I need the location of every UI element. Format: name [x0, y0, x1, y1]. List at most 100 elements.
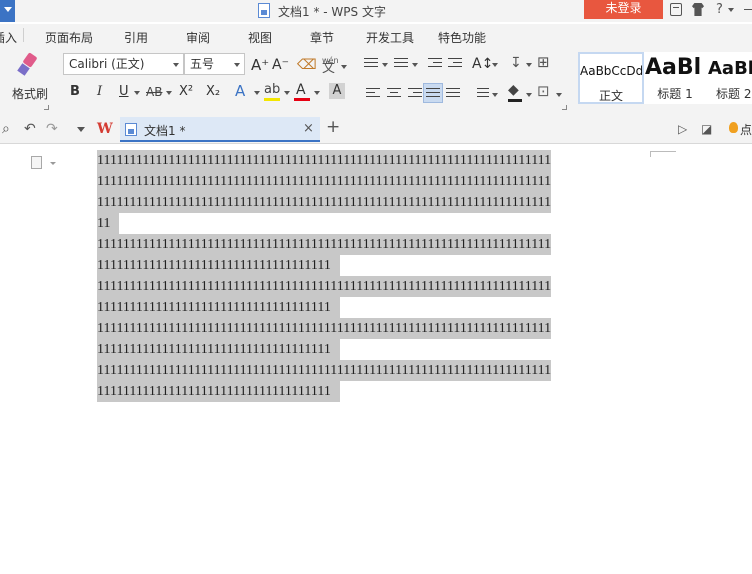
document-tab[interactable]: 文档1 * × — [120, 117, 320, 142]
borders-icon[interactable]: ⊡ — [537, 83, 550, 99]
chevron-down-icon[interactable] — [134, 91, 140, 95]
ribbon-tab-bar: 插入 页面布局 引用 审阅 视图 章节 开发工具 特色功能 — [0, 24, 752, 49]
chevron-down-icon[interactable] — [50, 162, 56, 165]
app-menu-button[interactable] — [0, 0, 15, 22]
print-preview-icon[interactable]: ⌕ — [2, 122, 10, 136]
text-line[interactable]: 1111111111111111111111111111111111111111… — [97, 192, 657, 213]
tab-developer[interactable]: 开发工具 — [366, 29, 414, 46]
minimize-icon[interactable] — [744, 9, 752, 10]
text-line[interactable]: 111111111111111111111111111111111111 — [97, 339, 657, 360]
text-line[interactable]: 111111111111111111111111111111111111 — [97, 297, 657, 318]
tab-special-features[interactable]: 特色功能 — [438, 29, 486, 46]
font-color-button[interactable]: A — [296, 82, 306, 98]
text-line[interactable]: 1111111111111111111111111111111111111111… — [97, 360, 657, 381]
chevron-down-icon[interactable] — [254, 91, 260, 95]
chevron-down-icon[interactable] — [382, 63, 388, 67]
page-marker-icon[interactable] — [31, 156, 42, 169]
decrease-indent-icon[interactable] — [428, 57, 442, 69]
highlight-icon[interactable]: ab — [264, 82, 280, 98]
shading-icon[interactable]: ◆ — [508, 82, 519, 98]
shrink-font-button[interactable]: A⁻ — [272, 57, 289, 73]
text-line[interactable]: 1111111111111111111111111111111111111111… — [97, 171, 657, 192]
chevron-down-icon[interactable] — [492, 93, 498, 97]
tab-section[interactable]: 章节 — [310, 29, 334, 46]
increase-indent-icon[interactable] — [448, 57, 462, 69]
lightbulb-icon[interactable] — [729, 122, 738, 133]
font-name-select[interactable]: Calibri (正文) — [63, 53, 184, 75]
align-right-icon[interactable] — [408, 87, 422, 99]
tab-view[interactable]: 视图 — [248, 29, 272, 46]
grow-font-button[interactable]: A⁺ — [251, 57, 269, 73]
tab-references[interactable]: 引用 — [124, 29, 148, 46]
text-line[interactable]: 1111111111111111111111111111111111111111… — [97, 318, 657, 339]
document-tab-label: 文档1 * — [144, 124, 186, 138]
text-line[interactable]: 1111111111111111111111111111111111111111… — [97, 150, 657, 171]
new-tab-button[interactable]: + — [326, 118, 340, 136]
pinyin-guide-button[interactable]: 文 — [322, 61, 335, 77]
format-painter-icon[interactable] — [17, 52, 39, 76]
undo-icon[interactable]: ↶ — [24, 122, 36, 136]
text-line[interactable]: 111111111111111111111111111111111111 — [97, 255, 657, 276]
char-shading-button[interactable]: A — [329, 83, 345, 99]
customize-quickbar-icon[interactable] — [77, 127, 85, 132]
bullets-icon[interactable] — [364, 57, 378, 69]
chevron-down-icon[interactable] — [556, 93, 562, 97]
font-size-value: 五号 — [190, 57, 215, 71]
paragraph-launcher-icon[interactable] — [562, 105, 567, 110]
help-dropdown-icon[interactable] — [728, 8, 734, 12]
font-name-value: Calibri (正文) — [69, 57, 145, 71]
align-center-icon[interactable] — [387, 87, 401, 99]
underline-button[interactable]: U — [119, 84, 129, 100]
bold-button[interactable]: B — [70, 84, 80, 100]
close-icon[interactable]: × — [303, 121, 314, 136]
style-normal[interactable]: AaBbCcDd 正文 — [578, 52, 644, 104]
style-heading-1[interactable]: AaBl 标题 1 — [644, 52, 706, 104]
style-name: 标题 2 — [716, 87, 752, 101]
subscript-button[interactable]: X₂ — [206, 84, 220, 100]
clear-format-icon[interactable]: ⌫ — [297, 57, 317, 73]
text-effect-button[interactable]: A — [235, 83, 245, 99]
review-icon[interactable]: ◪ — [701, 122, 712, 136]
tab-page-layout[interactable]: 页面布局 — [45, 29, 93, 46]
format-painter-button[interactable]: 格式刷 — [12, 85, 48, 102]
shirt-icon[interactable] — [692, 3, 704, 16]
clipboard-launcher-icon[interactable] — [44, 105, 49, 110]
login-button[interactable]: 未登录 — [584, 0, 663, 19]
chevron-down-icon[interactable] — [284, 91, 290, 95]
chevron-down-icon[interactable] — [341, 65, 347, 69]
sidebar-toggle-icon[interactable]: ▷ — [678, 122, 687, 136]
document-body[interactable]: 1111111111111111111111111111111111111111… — [97, 150, 657, 402]
tab-review[interactable]: 审阅 — [186, 29, 210, 46]
document-canvas[interactable]: 1111111111111111111111111111111111111111… — [0, 145, 752, 574]
chevron-down-icon[interactable] — [314, 91, 320, 95]
justify-icon[interactable] — [426, 87, 440, 99]
chevron-down-icon[interactable] — [412, 63, 418, 67]
redo-icon[interactable]: ↷ — [46, 122, 58, 136]
numbering-icon[interactable] — [394, 57, 408, 69]
strikethrough-button[interactable]: AB — [146, 84, 162, 100]
help-icon[interactable]: ? — [716, 3, 723, 16]
skin-box-icon[interactable] — [670, 3, 682, 16]
quickbar-right-text[interactable]: 点 — [740, 121, 752, 138]
text-line[interactable]: 1111111111111111111111111111111111111111… — [97, 234, 657, 255]
chevron-down-icon[interactable] — [526, 93, 532, 97]
document-icon — [125, 123, 137, 136]
tab-insert[interactable]: 插入 — [0, 29, 17, 46]
text-direction-icon[interactable]: A↕ — [472, 56, 493, 72]
align-left-icon[interactable] — [366, 87, 380, 99]
sort-icon[interactable]: ↧ — [510, 55, 522, 71]
table-icon[interactable]: ⊞ — [537, 54, 550, 70]
chevron-down-icon[interactable] — [166, 91, 172, 95]
text-line[interactable]: 111111111111111111111111111111111111 — [97, 381, 657, 402]
chevron-down-icon[interactable] — [492, 63, 498, 67]
style-heading-2[interactable]: AaBl 标题 2 — [706, 52, 752, 104]
font-size-select[interactable]: 五号 — [184, 53, 245, 75]
distributed-icon[interactable] — [446, 87, 460, 99]
italic-button[interactable]: I — [97, 84, 102, 100]
superscript-button[interactable]: X² — [179, 84, 193, 100]
line-spacing-icon[interactable] — [474, 87, 489, 99]
text-line[interactable]: 11 — [97, 213, 657, 234]
text-line[interactable]: 1111111111111111111111111111111111111111… — [97, 276, 657, 297]
wps-logo-icon[interactable]: W — [97, 122, 113, 136]
chevron-down-icon[interactable] — [526, 63, 532, 67]
